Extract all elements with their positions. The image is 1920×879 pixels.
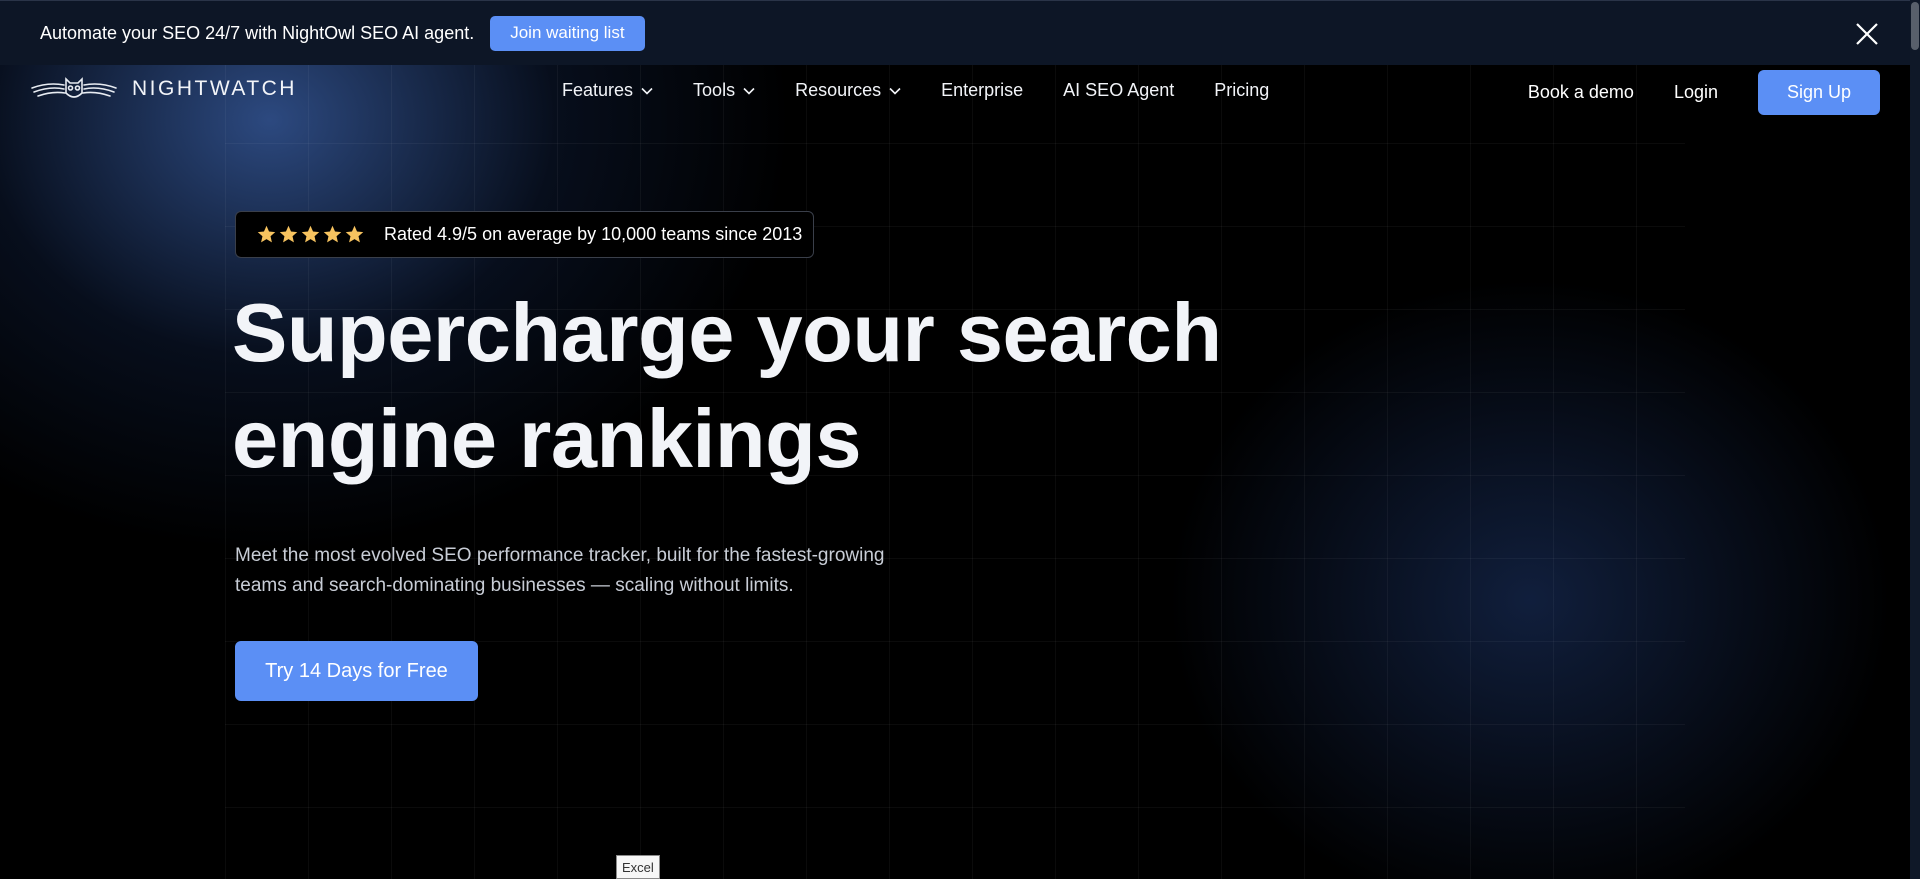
nav-item-enterprise[interactable]: Enterprise xyxy=(941,80,1023,101)
hero-title-line-1: Supercharge your search xyxy=(232,286,1222,379)
rating-badge: Rated 4.9/5 on average by 10,000 teams s… xyxy=(235,211,814,258)
scrollbar[interactable] xyxy=(1910,0,1920,879)
chevron-down-icon xyxy=(743,87,755,95)
join-waiting-list-button[interactable]: Join waiting list xyxy=(490,15,645,51)
close-icon[interactable] xyxy=(1854,21,1880,47)
sign-up-button[interactable]: Sign Up xyxy=(1758,70,1880,115)
scrollbar-thumb[interactable] xyxy=(1911,2,1919,50)
hero-subtitle: Meet the most evolved SEO performance tr… xyxy=(235,541,955,601)
hero-subtitle-line-1: Meet the most evolved SEO performance tr… xyxy=(235,545,885,566)
nav-item-features[interactable]: Features xyxy=(562,80,653,101)
nav-links: Features Tools Resources Enterprise AI S… xyxy=(562,80,1269,101)
hero-title: Supercharge your search engine rankings xyxy=(232,280,1332,492)
star-icon xyxy=(301,225,320,243)
book-demo-link[interactable]: Book a demo xyxy=(1528,82,1634,103)
tooltip: Excel xyxy=(616,855,660,879)
rating-stars xyxy=(256,224,366,245)
nav-item-ai-seo-agent[interactable]: AI SEO Agent xyxy=(1063,80,1174,101)
main-nav: NIGHTWATCH Features Tools Resources Ente… xyxy=(0,65,1920,117)
nav-item-tools[interactable]: Tools xyxy=(693,80,755,101)
owl-wings-logo-icon xyxy=(31,77,117,98)
nav-actions: Book a demo Login Sign Up xyxy=(1528,70,1880,115)
hero-title-line-2: engine rankings xyxy=(232,392,861,485)
announcement-text: Automate your SEO 24/7 with NightOwl SEO… xyxy=(40,22,475,43)
nav-item-pricing[interactable]: Pricing xyxy=(1214,80,1269,101)
nav-item-label: Pricing xyxy=(1214,80,1270,100)
star-icon xyxy=(257,225,276,243)
nav-item-label: Enterprise xyxy=(941,80,1024,100)
logo-text: NIGHTWATCH xyxy=(132,77,297,100)
star-icon xyxy=(323,225,342,243)
rating-text: Rated 4.9/5 on average by 10,000 teams s… xyxy=(384,224,803,244)
nav-item-label: Features xyxy=(562,80,634,100)
nav-item-label: Tools xyxy=(693,80,736,100)
nav-item-label: AI SEO Agent xyxy=(1063,80,1175,100)
logo[interactable]: NIGHTWATCH xyxy=(30,76,297,102)
star-icon xyxy=(345,225,364,243)
star-icon xyxy=(279,225,298,243)
chevron-down-icon xyxy=(889,87,901,95)
login-link[interactable]: Login xyxy=(1674,82,1718,103)
announcement-bar: Automate your SEO 24/7 with NightOwl SEO… xyxy=(0,0,1920,65)
try-free-button[interactable]: Try 14 Days for Free xyxy=(235,641,478,701)
nav-item-resources[interactable]: Resources xyxy=(795,80,901,101)
nav-item-label: Resources xyxy=(795,80,882,100)
hero-subtitle-line-2: teams and search-dominating businesses —… xyxy=(235,575,794,596)
chevron-down-icon xyxy=(641,87,653,95)
page: Automate your SEO 24/7 with NightOwl SEO… xyxy=(0,0,1920,879)
